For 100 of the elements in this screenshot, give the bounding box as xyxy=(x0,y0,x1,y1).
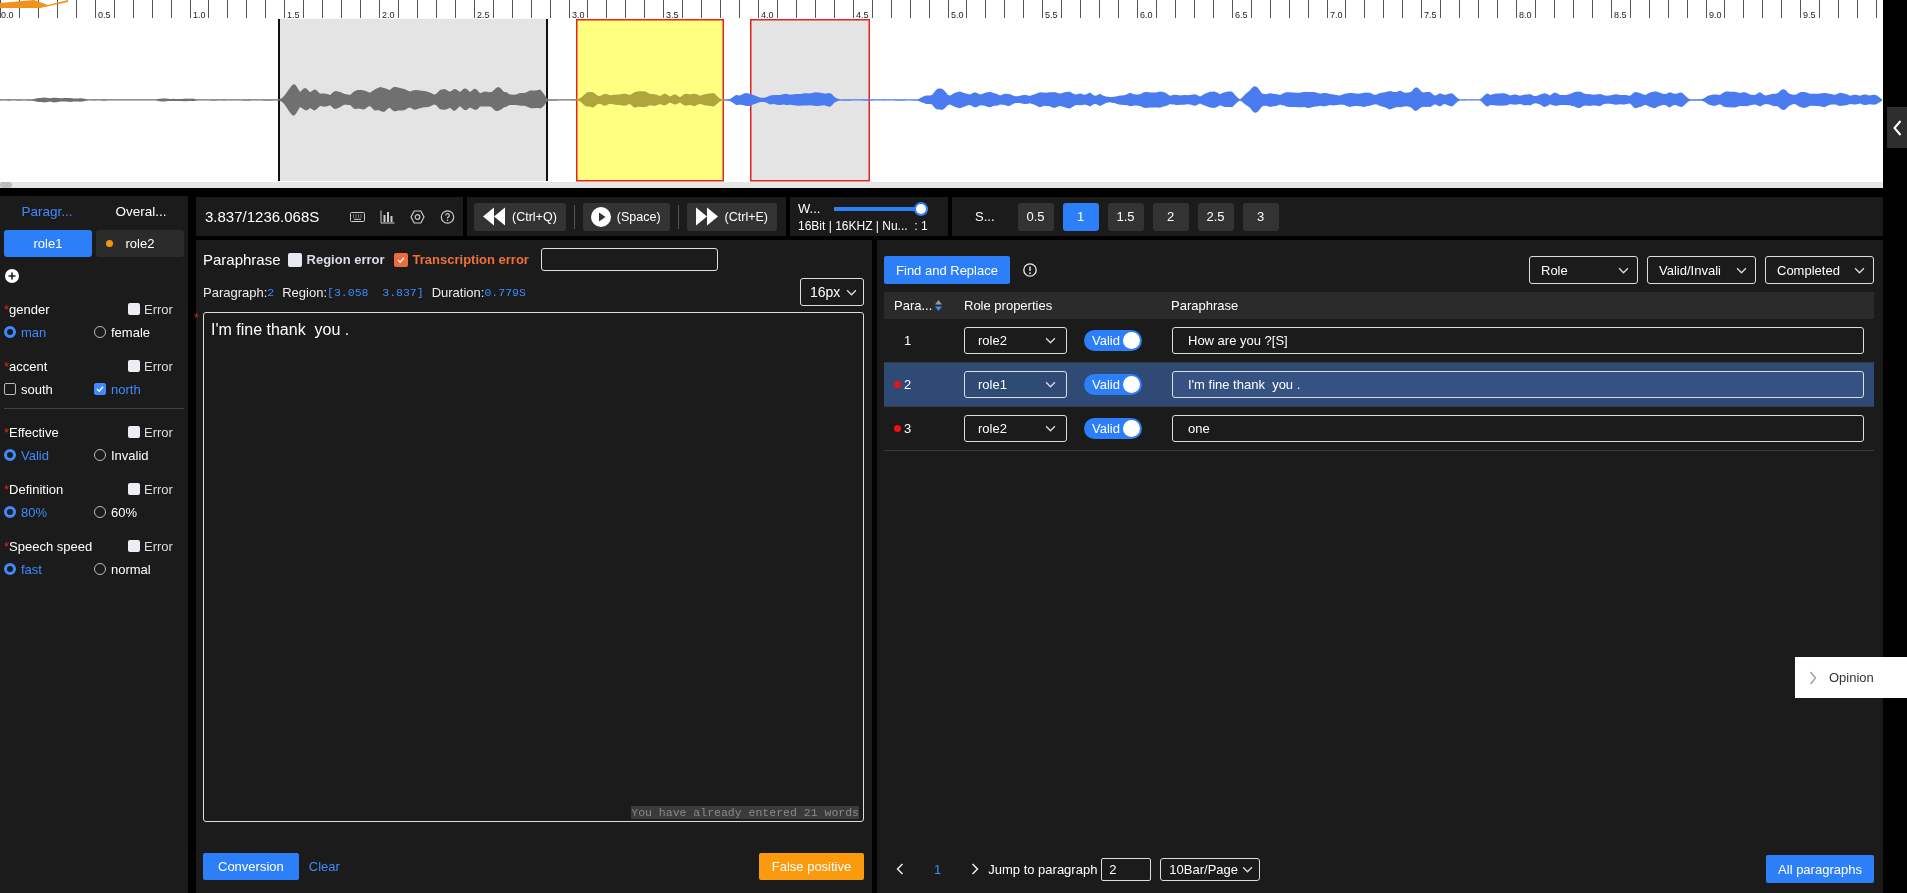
role-button[interactable]: role1 xyxy=(4,230,92,257)
conversion-button[interactable]: Conversion xyxy=(203,853,299,880)
radio-button[interactable] xyxy=(94,449,106,461)
valid-toggle[interactable]: Valid xyxy=(1084,418,1142,439)
required-mark: * xyxy=(4,358,10,374)
info-value: [3.058 3.837] xyxy=(327,285,424,299)
radio-button[interactable] xyxy=(4,326,16,338)
ruler-label: 9.5 xyxy=(1803,10,1816,20)
volume-slider[interactable] xyxy=(834,201,929,216)
option-label: fast xyxy=(21,561,42,577)
ruler-label: 3.0 xyxy=(572,10,585,20)
speed-button[interactable]: 1.5 xyxy=(1107,202,1144,231)
ruler-label: 3.5 xyxy=(666,10,679,20)
flag-checkbox[interactable] xyxy=(287,252,302,267)
note-field[interactable] xyxy=(540,248,718,271)
opinion-tab[interactable]: Opinion xyxy=(1795,657,1907,698)
playhead-icon[interactable] xyxy=(0,0,68,8)
option-label: Valid xyxy=(21,447,49,463)
option-label: female xyxy=(111,324,151,340)
ruler-label: 5.0 xyxy=(951,10,964,20)
role-button[interactable]: role2 xyxy=(96,230,184,257)
collapse-button[interactable] xyxy=(1887,107,1907,148)
role-dropdown[interactable]: role2 xyxy=(964,415,1067,442)
caret-icon xyxy=(1736,266,1747,274)
chevron-left-icon[interactable] xyxy=(896,863,904,875)
speed-button[interactable]: 0.5 xyxy=(1017,202,1054,231)
filter-dropdown[interactable]: Valid/Invali xyxy=(1647,256,1756,284)
role-dropdown[interactable]: role2 xyxy=(964,327,1067,354)
error-checkbox[interactable] xyxy=(128,483,140,495)
column-header: Paraphrase xyxy=(1171,298,1239,313)
radio-button[interactable] xyxy=(94,506,106,518)
error-label: Error xyxy=(144,424,173,440)
option-label: man xyxy=(21,324,47,340)
sidebar-tab[interactable]: Paragr... xyxy=(0,196,94,226)
page-number[interactable]: 1 xyxy=(934,861,942,877)
radio-button[interactable] xyxy=(4,506,16,518)
radio-button[interactable] xyxy=(4,449,16,461)
speed-button[interactable]: 3 xyxy=(1242,202,1279,231)
page-size-dropdown[interactable]: 10Bar/Page xyxy=(1160,857,1261,881)
clear-link[interactable]: Clear xyxy=(308,859,340,874)
error-checkbox[interactable] xyxy=(128,360,140,372)
speed-button[interactable]: 1 xyxy=(1062,202,1099,231)
option-label: normal xyxy=(111,561,151,577)
caret-icon xyxy=(1045,425,1056,432)
font-size-dropdown[interactable]: 16px xyxy=(800,278,864,306)
paragraph-row[interactable]: 2 role1 Valid I'm fine thank you . xyxy=(884,363,1874,407)
valid-toggle[interactable]: Valid xyxy=(1084,330,1142,351)
role-dropdown[interactable]: role1 xyxy=(964,371,1067,398)
word-count: You have already entered 21 words xyxy=(631,806,859,819)
info-icon[interactable] xyxy=(1023,263,1037,277)
help-icon[interactable] xyxy=(440,209,455,224)
filter-dropdown[interactable]: Completed xyxy=(1765,256,1874,284)
scrollbar-track[interactable] xyxy=(0,182,1883,188)
flag-checkbox[interactable] xyxy=(393,252,408,267)
bar-chart-icon[interactable] xyxy=(380,209,395,224)
option-checkbox[interactable] xyxy=(94,383,106,395)
scrollbar-thumb[interactable] xyxy=(0,182,12,188)
chevron-right-icon[interactable] xyxy=(971,863,980,875)
checkmark-icon xyxy=(95,384,105,394)
transport-button[interactable]: (Space) xyxy=(582,202,670,231)
valid-toggle[interactable]: Valid xyxy=(1084,374,1142,395)
add-icon[interactable] xyxy=(5,269,19,283)
info-label: Region: xyxy=(282,284,328,300)
keyboard-icon[interactable] xyxy=(350,209,365,224)
speed-button[interactable]: 2 xyxy=(1152,202,1189,231)
region-highlight[interactable] xyxy=(576,19,724,182)
info-label: Duration: xyxy=(431,284,485,300)
transport-button[interactable]: (Ctrl+E) xyxy=(686,202,777,231)
sidebar-tab[interactable]: Overal... xyxy=(94,196,188,226)
radio-button[interactable] xyxy=(94,563,106,575)
info-label: Paragraph: xyxy=(203,284,268,300)
error-checkbox[interactable] xyxy=(128,426,140,438)
paragraph-row[interactable]: 3 role2 Valid one xyxy=(884,407,1874,451)
all-paragraphs-button[interactable]: All paragraphs xyxy=(1766,855,1874,883)
radio-button[interactable] xyxy=(4,563,16,575)
option-checkbox[interactable] xyxy=(4,383,16,395)
find-replace-button[interactable]: Find and Replace xyxy=(884,256,1010,284)
error-checkbox[interactable] xyxy=(128,303,140,315)
row-index: 1 xyxy=(904,333,912,348)
paraphrase-field[interactable]: How are you ?[S] xyxy=(1172,327,1864,354)
paraphrase-field[interactable]: I'm fine thank you . xyxy=(1172,371,1864,398)
region-highlight[interactable] xyxy=(278,18,548,182)
transcript-field[interactable]: I'm fine thank you . You have already entered 21 words xyxy=(203,312,864,822)
attribute-label: Definition xyxy=(9,481,64,497)
filter-dropdown[interactable]: Role xyxy=(1529,256,1638,284)
sort-icon[interactable] xyxy=(935,300,943,311)
paraphrase-field[interactable]: one xyxy=(1172,415,1864,442)
required-mark: * xyxy=(4,301,10,317)
settings-icon[interactable] xyxy=(410,209,425,224)
speed-button[interactable]: 2.5 xyxy=(1197,202,1234,231)
slider-thumb[interactable] xyxy=(914,201,929,216)
toggle-knob xyxy=(1123,420,1140,437)
jump-field[interactable]: 2 xyxy=(1101,857,1152,881)
error-checkbox[interactable] xyxy=(128,540,140,552)
chevron-right-icon xyxy=(1809,670,1817,685)
transport-button[interactable]: (Ctrl+Q) xyxy=(474,202,566,231)
radio-button[interactable] xyxy=(94,326,106,338)
ruler-label: 1.5 xyxy=(287,10,300,20)
region-highlight[interactable] xyxy=(750,19,870,182)
attribute-label: Speech speed xyxy=(9,538,93,554)
